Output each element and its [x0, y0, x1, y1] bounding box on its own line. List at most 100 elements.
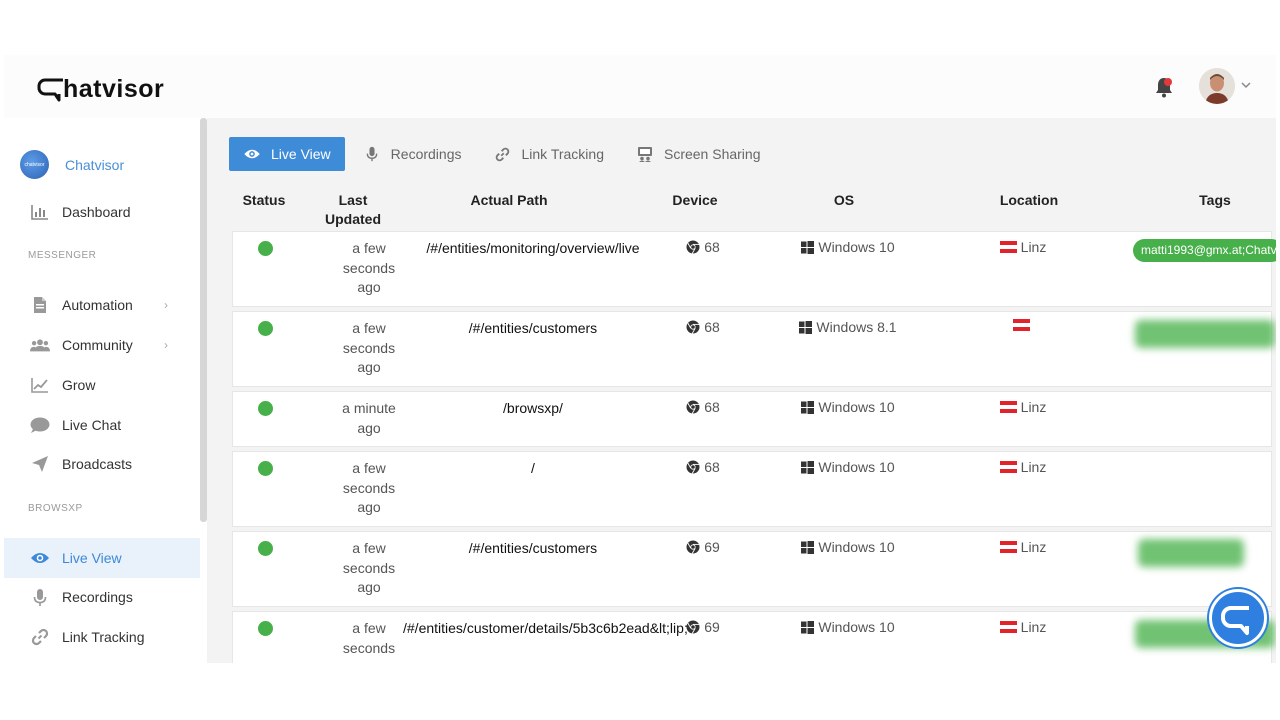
chat-launcher-button[interactable] — [1209, 589, 1267, 647]
tab-label: Link Tracking — [521, 146, 604, 162]
table-row[interactable]: a few seconds /#/entities/customer/detai… — [232, 611, 1275, 663]
tab-label: Recordings — [390, 146, 462, 162]
brand-logo-icon: chatvisor — [20, 150, 49, 179]
device-cell: 68 — [653, 239, 753, 255]
location-name: Linz — [1020, 459, 1047, 475]
sidebar-brand[interactable]: chatvisor Chatvisor — [20, 150, 124, 179]
location-cell: Linz — [973, 539, 1073, 555]
status-online-dot — [258, 541, 273, 556]
notification-bell-icon[interactable] — [1154, 76, 1174, 98]
last-updated-cell: a few seconds ago — [323, 239, 415, 298]
column-header-tags[interactable]: Tags — [1165, 191, 1265, 210]
column-header-last-updated[interactable]: Last Updated — [313, 191, 393, 229]
austria-flag-icon — [999, 401, 1017, 413]
location-name: Linz — [1020, 619, 1047, 635]
sidebar-item-label: Recordings — [62, 589, 133, 605]
windows-icon — [801, 540, 815, 554]
section-messenger: MESSENGER — [28, 250, 97, 261]
chrome-icon — [686, 460, 700, 474]
table-row[interactable]: a minute ago /browsxp/ 68 Windows 10 Lin… — [232, 391, 1272, 447]
time-line: ago — [357, 279, 381, 295]
sidebar-item-recordings[interactable]: Recordings — [4, 577, 200, 617]
os-name: Windows 8.1 — [816, 319, 897, 335]
table-row[interactable]: a few seconds ago / 68 Windows 10 Linz — [232, 451, 1272, 527]
status-online-dot — [258, 461, 273, 476]
chevron-right-icon: › — [164, 298, 168, 312]
location-cell: Linz — [973, 399, 1073, 415]
time-line: a few — [352, 460, 386, 476]
sidebar-scrollbar[interactable] — [200, 118, 207, 522]
actual-path-cell: / — [531, 460, 535, 476]
tag-badge[interactable]: matti1993@gmx.at;Chatvi — [1133, 239, 1276, 262]
time-line: a few — [352, 620, 386, 636]
chrome-icon — [686, 320, 700, 334]
time-line: ago — [357, 499, 381, 515]
link-icon — [494, 146, 512, 162]
tab-label: Screen Sharing — [663, 146, 761, 162]
redacted-tag — [1135, 320, 1275, 348]
chatvisor-logo[interactable]: hatvisor — [37, 69, 164, 109]
chrome-icon — [686, 540, 700, 554]
time-line: a few — [352, 320, 386, 336]
sidebar-item-label: Automation — [62, 297, 133, 313]
os-cell: Windows 10 — [778, 239, 918, 255]
section-browsxp: BROWSXP — [28, 503, 83, 514]
microphone-icon — [30, 587, 50, 607]
chevron-down-icon[interactable] — [1240, 80, 1252, 90]
os-cell: Windows 10 — [778, 619, 918, 635]
user-avatar[interactable] — [1199, 68, 1235, 104]
column-header-device[interactable]: Device — [655, 191, 735, 210]
device-cell: 69 — [653, 619, 753, 635]
sidebar-item-grow[interactable]: Grow — [4, 365, 200, 405]
os-cell: Windows 10 — [778, 459, 918, 475]
tab-live-view[interactable]: Live View — [229, 137, 345, 171]
sidebar-item-link-tracking[interactable]: Link Tracking — [4, 617, 200, 657]
location-cell: Linz — [973, 459, 1073, 475]
tab-recordings[interactable]: Recordings — [349, 137, 476, 171]
austria-flag-icon — [999, 541, 1017, 553]
tab-screen-sharing[interactable]: Screen Sharing — [622, 137, 775, 171]
windows-icon — [801, 620, 815, 634]
os-cell: Windows 8.1 — [778, 319, 918, 335]
table-header: Status Last Updated Actual Path Device O… — [207, 191, 1276, 231]
column-header-location[interactable]: Location — [979, 191, 1079, 210]
device-cell: 68 — [653, 319, 753, 335]
sidebar-item-label: Link Tracking — [62, 629, 145, 645]
sidebar-item-broadcasts[interactable]: Broadcasts — [4, 444, 200, 484]
table-row[interactable]: a few seconds ago /#/entities/customers … — [232, 311, 1275, 387]
column-header-actual-path[interactable]: Actual Path — [439, 191, 579, 210]
sidebar-item-live-view[interactable]: Live View — [4, 538, 200, 578]
sidebar-item-label: Grow — [62, 377, 96, 393]
column-header-os[interactable]: OS — [804, 191, 884, 210]
sidebar-item-automation[interactable]: Automation › — [4, 285, 200, 325]
status-online-dot — [258, 401, 273, 416]
table-row[interactable]: a few seconds ago /#/entities/monitoring… — [232, 231, 1276, 307]
time-line: ago — [357, 419, 381, 436]
os-cell: Windows 10 — [778, 399, 918, 415]
location-name: Linz — [1020, 399, 1047, 415]
actual-path-cell: /browsxp/ — [503, 400, 563, 416]
table-row[interactable]: a few seconds ago /#/entities/customers … — [232, 531, 1272, 607]
device-version: 68 — [704, 399, 720, 415]
device-cell: 68 — [653, 399, 753, 415]
column-header-line: Updated — [325, 211, 381, 227]
redacted-tag — [1138, 539, 1244, 567]
tab-link-tracking[interactable]: Link Tracking — [480, 137, 618, 171]
time-line: seconds — [342, 339, 396, 356]
tab-label: Live View — [271, 146, 331, 162]
sidebar-item-dashboard[interactable]: Dashboard — [4, 192, 200, 232]
actual-path-cell: /#/entities/customer/details/5b3c6b2ead&… — [403, 620, 688, 636]
chevron-right-icon: › — [164, 338, 168, 352]
sidebar-item-label: Community — [62, 337, 133, 353]
location-name: Linz — [1020, 539, 1047, 555]
time-line: seconds — [342, 479, 396, 496]
user-portrait-icon — [1199, 68, 1235, 104]
location-cell: Linz — [973, 619, 1073, 635]
chrome-icon — [686, 240, 700, 254]
sidebar-item-label: Dashboard — [62, 204, 131, 220]
column-header-status[interactable]: Status — [229, 191, 299, 210]
sidebar-item-live-chat[interactable]: Live Chat — [4, 405, 200, 445]
time-line: seconds — [342, 259, 396, 276]
sidebar-item-community[interactable]: Community › — [4, 325, 200, 365]
actual-path-cell: /#/entities/customers — [468, 320, 598, 336]
